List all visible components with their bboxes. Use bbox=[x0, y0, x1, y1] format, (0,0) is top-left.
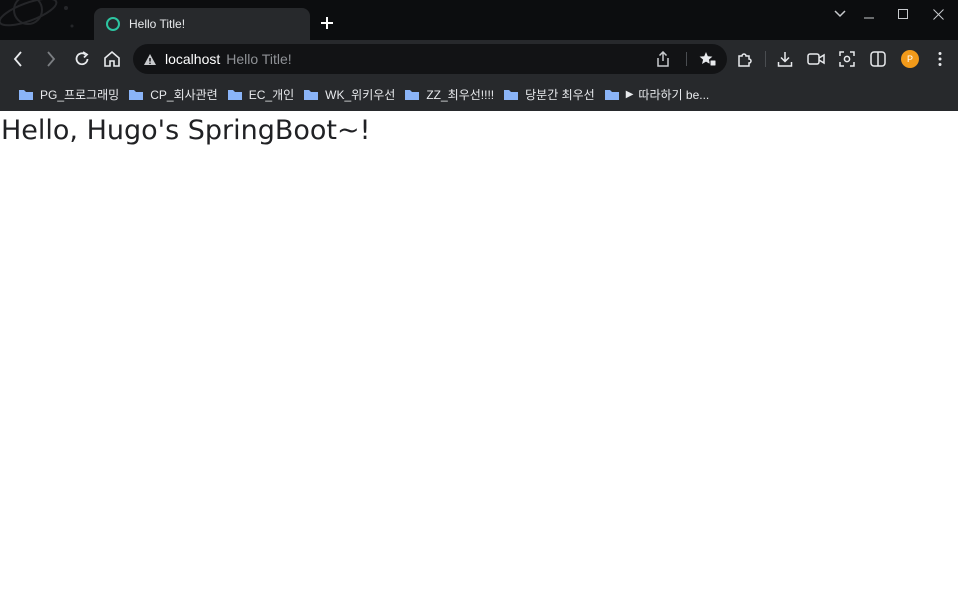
download-icon bbox=[777, 52, 793, 67]
menu-button[interactable] bbox=[926, 45, 954, 73]
more-vertical-icon bbox=[938, 52, 942, 66]
maximize-button[interactable] bbox=[886, 0, 920, 28]
share-icon bbox=[657, 51, 669, 67]
toolbar: localhost Hello Title! bbox=[0, 40, 958, 78]
chevron-down-icon bbox=[834, 10, 846, 18]
bookmark-folder[interactable]: WK_위키우선 bbox=[303, 86, 395, 103]
capture-icon bbox=[839, 51, 855, 67]
play-icon: ▶ bbox=[625, 89, 634, 100]
back-button[interactable] bbox=[4, 45, 32, 73]
sidebar-button[interactable] bbox=[864, 45, 892, 73]
bookmark-label: PG_프로그래밍 bbox=[40, 88, 120, 102]
star-icon bbox=[699, 52, 717, 67]
close-icon bbox=[932, 8, 944, 20]
bookmark-folder[interactable]: ZZ_최우선!!!! bbox=[404, 86, 494, 103]
tab-hello-title[interactable]: Hello Title! bbox=[94, 8, 310, 40]
omnibox-divider bbox=[686, 52, 687, 66]
folder-icon bbox=[227, 90, 242, 100]
folder-icon bbox=[405, 90, 420, 100]
page-heading: Hello, Hugo's SpringBoot~! bbox=[1, 115, 371, 146]
minimize-icon bbox=[864, 17, 874, 19]
plus-icon bbox=[321, 17, 333, 29]
split-view-icon bbox=[870, 51, 886, 67]
new-tab-button[interactable] bbox=[316, 12, 338, 34]
reload-button[interactable] bbox=[68, 45, 96, 73]
toolbar-divider bbox=[765, 51, 766, 67]
url-page-title: Hello Title! bbox=[226, 51, 292, 67]
tab-title: Hello Title! bbox=[129, 17, 186, 31]
puzzle-icon bbox=[738, 53, 752, 67]
folder-icon bbox=[129, 90, 144, 100]
bookmark-folder[interactable]: ▶ 따라하기 be... bbox=[604, 86, 710, 103]
maximize-icon bbox=[898, 9, 908, 19]
share-button[interactable] bbox=[656, 44, 670, 74]
bookmark-label: 따라하기 be... bbox=[638, 88, 710, 102]
bookmark-folder[interactable]: PG_프로그래밍 bbox=[18, 86, 119, 103]
profile-avatar[interactable]: P bbox=[901, 50, 919, 68]
folder-icon bbox=[604, 90, 619, 100]
bookmark-label: WK_위키우선 bbox=[325, 88, 396, 102]
screenshot-button[interactable] bbox=[833, 45, 861, 73]
arrow-left-icon bbox=[13, 51, 22, 67]
bookmark-label: CP_회사관련 bbox=[150, 88, 218, 102]
bookmark-label: 당분간 최우선 bbox=[525, 88, 595, 102]
forward-button[interactable] bbox=[37, 45, 65, 73]
reload-icon bbox=[75, 51, 89, 66]
arrow-right-icon bbox=[47, 51, 56, 67]
extensions-button[interactable] bbox=[731, 45, 759, 73]
favicon-icon bbox=[106, 17, 120, 31]
url-host: localhost bbox=[165, 51, 221, 67]
bookmarks-bar: PG_프로그래밍 CP_회사관련 EC_개인 WK_위키우선 ZZ_최우선!!!… bbox=[0, 78, 958, 111]
bookmark-folder[interactable]: 당분간 최우선 bbox=[503, 86, 595, 103]
minimize-button[interactable] bbox=[852, 0, 886, 28]
tab-strip: Hello Title! bbox=[0, 0, 958, 40]
folder-icon bbox=[504, 90, 519, 100]
home-icon bbox=[104, 50, 120, 67]
bookmark-label: EC_개인 bbox=[248, 88, 295, 102]
downloads-button[interactable] bbox=[771, 45, 799, 73]
video-button[interactable] bbox=[802, 45, 830, 73]
folder-icon bbox=[19, 90, 33, 100]
warning-icon[interactable] bbox=[143, 53, 157, 66]
folder-icon bbox=[304, 90, 319, 100]
address-bar[interactable]: localhost Hello Title! bbox=[133, 44, 727, 74]
bookmark-folder[interactable]: CP_회사관련 bbox=[128, 86, 218, 103]
bookmark-label: ZZ_최우선!!!! bbox=[426, 88, 495, 102]
home-button[interactable] bbox=[98, 45, 126, 73]
page-content: Hello, Hugo's SpringBoot~! bbox=[0, 111, 958, 606]
bookmark-folder[interactable]: EC_개인 bbox=[227, 86, 294, 103]
bookmark-star-button[interactable] bbox=[699, 44, 717, 74]
video-camera-icon bbox=[807, 53, 825, 65]
theme-decoration-icon bbox=[0, 0, 74, 28]
close-button[interactable] bbox=[921, 0, 955, 28]
